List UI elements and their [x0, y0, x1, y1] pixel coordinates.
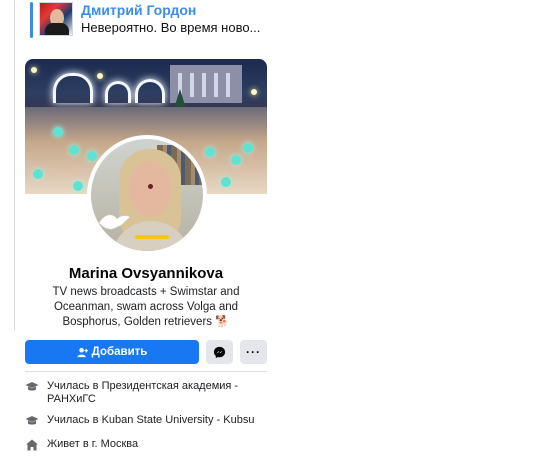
message-button[interactable]: [206, 340, 233, 364]
profile-actions: Добавить ···: [25, 340, 267, 364]
reply-author: Дмитрий Гордон: [81, 2, 197, 18]
profile-name: Marina Ovsyannikova: [68, 265, 224, 282]
divider: [25, 371, 267, 372]
home-icon: [26, 439, 38, 451]
add-friend-icon: [77, 347, 88, 357]
info-prefix: Училась в: [47, 414, 102, 426]
reply-accent-bar: [30, 2, 33, 38]
add-friend-label: Добавить: [91, 346, 148, 358]
reply-message: Невероятно. Во время ново...: [81, 20, 261, 35]
info-link[interactable]: Kuban State University - Kubsu: [102, 414, 255, 426]
info-item-education-1: Училась в Президентская академия - РАНХи…: [25, 380, 267, 406]
left-guide-line: [14, 0, 15, 330]
reply-thumbnail: [39, 2, 73, 36]
reply-text: Дмитрий Гордон Невероятно. Во время ново…: [81, 2, 260, 42]
add-friend-button[interactable]: Добавить: [25, 340, 199, 364]
messenger-icon: [213, 346, 226, 358]
profile-bio: TV news broadcasts + Swimstar and Oceanm…: [52, 286, 240, 328]
more-options-button[interactable]: ···: [240, 340, 267, 364]
profile-avatar[interactable]: [87, 135, 207, 255]
info-link[interactable]: Москва: [101, 438, 139, 450]
graduation-cap-icon: [25, 382, 39, 391]
info-item-residence: Живет в г. Москва: [25, 438, 267, 452]
info-item-education-2: Училась в Kuban State University - Kubsu: [25, 414, 267, 428]
dove-icon: [98, 214, 131, 230]
graduation-cap-icon: [25, 416, 39, 425]
profile-card: Marina Ovsyannikova TV news broadcasts +…: [25, 59, 267, 456]
info-prefix: Училась в: [47, 380, 102, 392]
info-prefix: Живет в г.: [47, 438, 101, 450]
reply-preview[interactable]: Дмитрий Гордон Невероятно. Во время ново…: [30, 2, 280, 42]
